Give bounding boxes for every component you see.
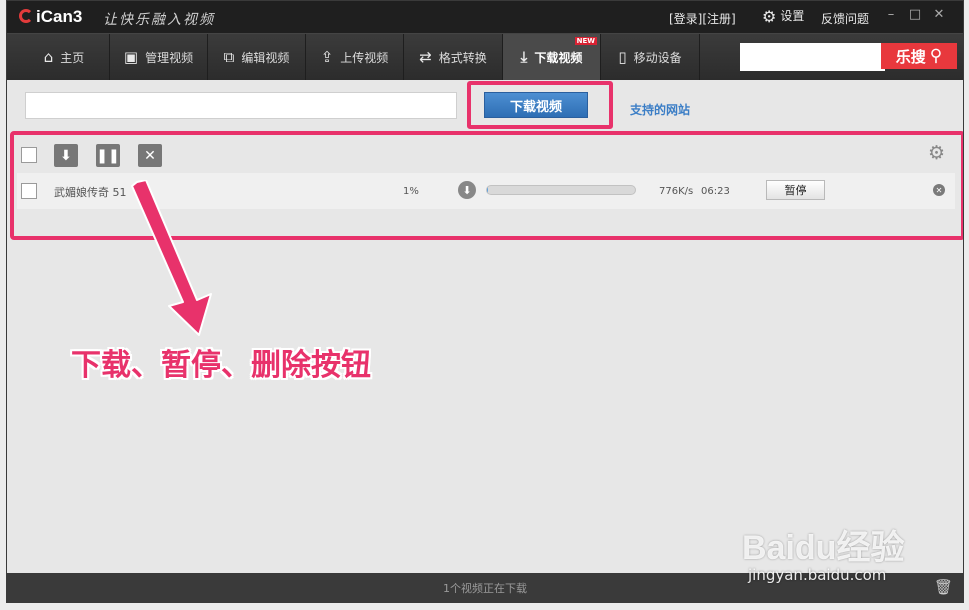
manage-video-icon: ▣ <box>123 48 139 66</box>
task-remove-icon[interactable]: ✕ <box>933 184 945 196</box>
task-progress-bar <box>486 185 636 195</box>
tab-manage-video[interactable]: ▣ 管理视频 <box>110 34 208 80</box>
logo-c-icon <box>19 9 33 23</box>
pause-icon: ❚❚ <box>96 147 120 164</box>
download-settings-gear-icon[interactable]: ⚙ <box>928 142 945 164</box>
tab-upload-video[interactable]: ⇪ 上传视频 <box>306 34 404 80</box>
tab-label: 编辑视频 <box>241 50 290 65</box>
task-name: 武媚娘传奇 51 <box>54 186 127 199</box>
tab-mobile-device[interactable]: ▯ 移动设备 <box>601 34 700 80</box>
task-speed: 776K/s <box>659 186 694 197</box>
download-arrow-icon: ⬇ <box>60 147 72 164</box>
supported-sites-link[interactable]: 支持的网站 <box>630 101 690 118</box>
upload-icon: ⇪ <box>320 48 334 66</box>
task-percent: 1% <box>403 186 419 197</box>
minimize-button[interactable]: – <box>884 7 898 22</box>
delete-button[interactable]: ✕ <box>138 144 162 167</box>
tab-home[interactable]: ⌂ 主页 <box>19 34 110 80</box>
downloading-status-icon: ⬇ <box>458 181 476 199</box>
start-download-button[interactable]: ⬇ <box>54 144 78 167</box>
feedback-link[interactable]: 反馈问题 <box>821 10 869 27</box>
search-button[interactable]: 乐搜 ⚲ <box>881 43 957 69</box>
maximize-button[interactable]: □ <box>908 7 922 22</box>
tab-label: 管理视频 <box>145 50 194 65</box>
watermark-url: jingyan.baidu.com <box>748 566 887 584</box>
tab-label: 主页 <box>60 50 85 65</box>
delete-x-icon: ✕ <box>144 147 156 164</box>
close-window-button[interactable]: ✕ <box>932 7 946 22</box>
annotation-text: 下载、暂停、删除按钮 <box>71 348 371 383</box>
annotation-arrow <box>131 180 212 336</box>
title-bar: iCan3 让快乐融入视频 [登录][注册] ⚙ 设置 反馈问题 – □ ✕ <box>7 1 963 33</box>
mobile-device-icon: ▯ <box>618 48 627 66</box>
trash-icon[interactable]: 🗑 <box>934 578 953 596</box>
search-icon: ⚲ <box>929 46 943 66</box>
gear-icon: ⚙ <box>762 7 777 26</box>
video-url-input[interactable] <box>25 92 457 119</box>
search-input[interactable] <box>740 43 885 71</box>
new-badge: NEW <box>574 37 597 45</box>
main-toolbar: ⌂ 主页 ▣ 管理视频 ⧉ 编辑视频 ⇪ 上传视频 ⇄ 格式转换 NEW ⤓ 下载视频 ▯ 移… <box>7 33 963 80</box>
register-link[interactable]: [注册] <box>702 12 735 26</box>
account-links: [登录][注册] <box>669 10 736 27</box>
home-icon: ⌂ <box>43 48 54 66</box>
task-remaining-time: 06:23 <box>701 186 730 197</box>
settings-label: 设置 <box>780 9 805 23</box>
progress-fill <box>487 186 489 194</box>
tab-label: 移动设备 <box>633 50 682 65</box>
settings-button[interactable]: ⚙ 设置 <box>762 7 804 26</box>
pause-all-button[interactable]: ❚❚ <box>96 144 120 167</box>
tab-label: 下载视频 <box>534 50 583 65</box>
login-link[interactable]: [登录] <box>669 12 702 26</box>
app-slogan: 让快乐融入视频 <box>103 12 215 28</box>
convert-icon: ⇄ <box>419 48 432 66</box>
tab-format-convert[interactable]: ⇄ 格式转换 <box>404 34 503 80</box>
download-page: 下载视频 支持的网站 ⬇ ❚❚ ✕ ⚙ 武媚娘传奇 51 1% ⬇ 776K/s… <box>7 80 963 574</box>
tab-download-video[interactable]: NEW ⤓ 下载视频 <box>503 34 601 80</box>
search-button-label: 乐搜 <box>895 47 926 66</box>
tab-label: 格式转换 <box>438 50 487 65</box>
watermark-brand: Baidu经验 <box>742 529 905 567</box>
app-name: iCan3 <box>36 7 83 26</box>
tab-label: 上传视频 <box>340 50 389 65</box>
select-all-checkbox[interactable] <box>21 147 37 163</box>
task-pause-button[interactable]: 暂停 <box>766 180 825 200</box>
edit-video-icon: ⧉ <box>223 48 235 66</box>
download-video-button[interactable]: 下载视频 <box>484 92 588 118</box>
download-icon: ⤓ <box>520 48 528 66</box>
task-checkbox[interactable] <box>21 183 37 199</box>
tab-edit-video[interactable]: ⧉ 编辑视频 <box>208 34 306 80</box>
baidu-watermark: Baidu经验 jingyan.baidu.com <box>736 508 936 588</box>
